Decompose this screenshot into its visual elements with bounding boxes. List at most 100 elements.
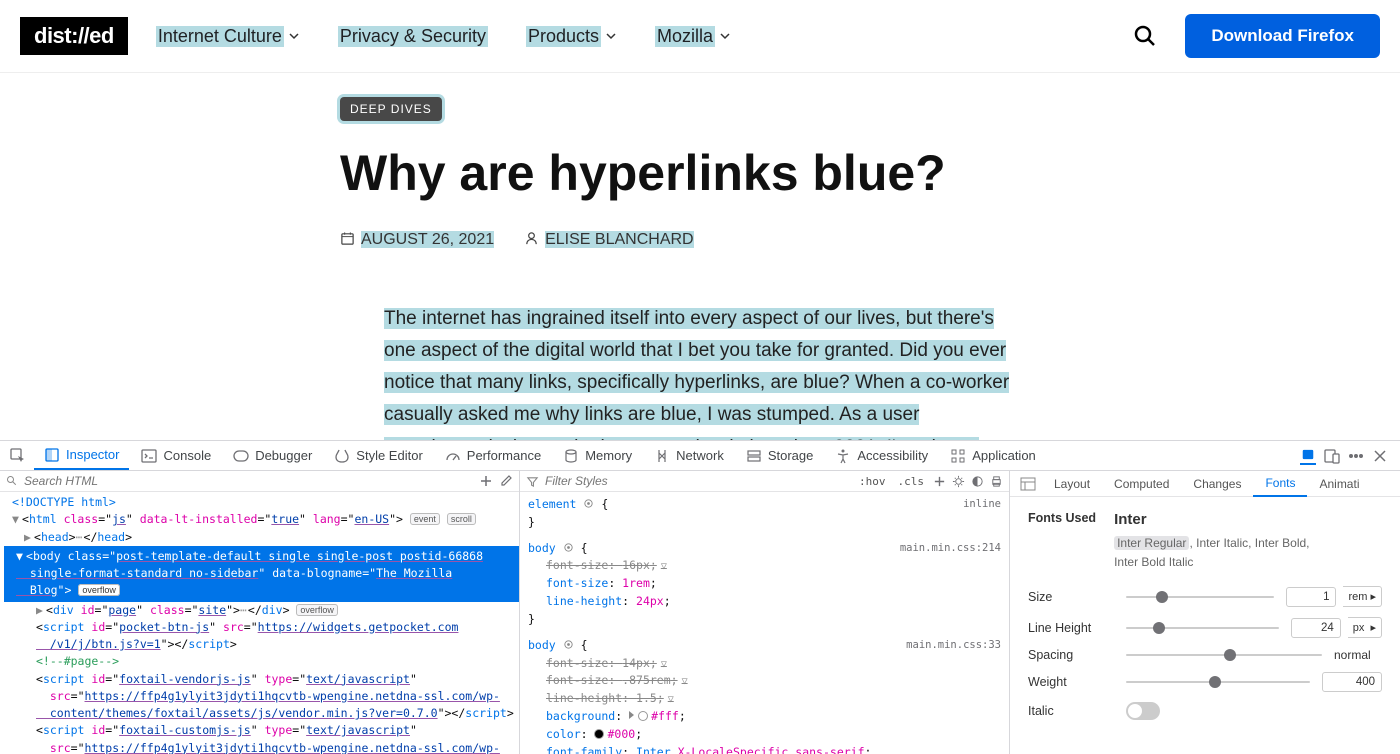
- filter-icon: [526, 475, 539, 488]
- tab-storage[interactable]: Storage: [736, 441, 824, 470]
- lineheight-control: Line Height 24px ▸: [1028, 617, 1382, 638]
- more-icon[interactable]: [1348, 448, 1364, 464]
- dom-doctype[interactable]: <!DOCTYPE html>: [12, 494, 519, 511]
- article-date: AUGUST 26, 2021: [340, 231, 494, 249]
- layout-toggle-icon[interactable]: [1020, 476, 1036, 492]
- dom-script1[interactable]: <script id="pocket-btn-js" src="https://…: [12, 619, 519, 654]
- spacing-control: Spacing normal: [1028, 648, 1382, 662]
- nav-products[interactable]: Products: [526, 26, 617, 47]
- category-badge[interactable]: DEEP DIVES: [340, 97, 442, 121]
- dom-body-selected[interactable]: ▼<body class="post-template-default sing…: [4, 546, 519, 602]
- font-size-control: Size 1rem ▸: [1028, 586, 1382, 607]
- nav-mozilla[interactable]: Mozilla: [655, 26, 731, 47]
- devtools-toolbar: Inspector Console Debugger Style Editor …: [0, 441, 1400, 471]
- chevron-down-icon: [719, 30, 731, 42]
- rule-body-2[interactable]: body {main.min.css:33 font-size: 14px;▽ …: [528, 637, 1001, 754]
- dom-search-input[interactable]: [24, 474, 473, 488]
- chevron-down-icon: [288, 30, 300, 42]
- tab-style-editor[interactable]: Style Editor: [324, 441, 432, 470]
- inspector-icon: [44, 447, 60, 463]
- print-icon[interactable]: [990, 475, 1003, 488]
- dom-html[interactable]: ▼<html class="js" data-lt-installed="tru…: [12, 511, 519, 528]
- tab-memory[interactable]: Memory: [553, 441, 642, 470]
- nav-internet-culture[interactable]: Internet Culture: [156, 26, 300, 47]
- light-icon[interactable]: [952, 475, 965, 488]
- rule-body-1[interactable]: body {main.min.css:214 font-size: 16px;▽…: [528, 540, 1001, 629]
- dom-div-page[interactable]: ▶<div id="page" class="site">⋯</div> ove…: [12, 602, 519, 619]
- spacing-slider[interactable]: [1126, 654, 1322, 656]
- ftab-fonts[interactable]: Fonts: [1253, 471, 1307, 497]
- article-meta: AUGUST 26, 2021 ELISE BLANCHARD: [340, 231, 1060, 249]
- add-rule-icon[interactable]: [933, 475, 946, 488]
- article-author[interactable]: ELISE BLANCHARD: [524, 231, 694, 249]
- font-variants: Inter Regular, Inter Italic, Inter Bold,…: [1114, 534, 1309, 572]
- lineheight-unit[interactable]: px ▸: [1348, 617, 1382, 638]
- ftab-changes[interactable]: Changes: [1181, 472, 1253, 496]
- styles-rules[interactable]: element {inline} body {main.min.css:214 …: [520, 492, 1009, 754]
- devtools-panel: Inspector Console Debugger Style Editor …: [0, 440, 1400, 754]
- tab-application[interactable]: Application: [940, 441, 1046, 470]
- main-nav: Internet Culture Privacy & Security Prod…: [156, 26, 731, 47]
- download-firefox-button[interactable]: Download Firefox: [1185, 14, 1380, 58]
- fonts-used-label: Fonts Used: [1028, 511, 1096, 572]
- dom-script2[interactable]: <script id="foxtail-vendorjs-js" type="t…: [12, 671, 519, 723]
- spacing-value: normal: [1334, 648, 1382, 662]
- search-icon[interactable]: [1133, 24, 1157, 48]
- tab-accessibility[interactable]: Accessibility: [825, 441, 938, 470]
- tab-inspector[interactable]: Inspector: [34, 441, 129, 470]
- weight-control: Weight 400: [1028, 672, 1382, 692]
- tab-console[interactable]: Console: [131, 441, 221, 470]
- dom-head[interactable]: ▶<head>⋯</head>: [12, 529, 519, 546]
- fonts-pane: Layout Computed Changes Fonts Animati Fo…: [1010, 471, 1400, 754]
- weight-value[interactable]: 400: [1322, 672, 1382, 692]
- styles-toolbar: :hov .cls: [520, 471, 1009, 492]
- dock-side-icon[interactable]: [1300, 449, 1316, 465]
- add-node-icon[interactable]: [479, 474, 493, 488]
- lineheight-value[interactable]: 24: [1291, 618, 1341, 638]
- lineheight-slider[interactable]: [1126, 627, 1279, 629]
- weight-slider[interactable]: [1126, 681, 1310, 683]
- styles-filter-input[interactable]: [545, 474, 850, 488]
- fonts-used: Fonts Used Inter Inter Regular, Inter It…: [1028, 511, 1382, 572]
- size-slider[interactable]: [1126, 596, 1274, 598]
- dark-icon[interactable]: [971, 475, 984, 488]
- dom-comment[interactable]: <!--#page-->: [12, 653, 519, 670]
- memory-icon: [563, 448, 579, 464]
- site-header: dist://ed Internet Culture Privacy & Sec…: [0, 0, 1400, 73]
- tab-performance[interactable]: Performance: [435, 441, 551, 470]
- eyedropper-icon[interactable]: [499, 474, 513, 488]
- console-icon: [141, 448, 157, 464]
- dom-script3[interactable]: <script id="foxtail-customjs-js" type="t…: [12, 722, 519, 754]
- rule-inline[interactable]: element {inline}: [528, 496, 1001, 532]
- size-value[interactable]: 1: [1286, 587, 1336, 607]
- site-logo[interactable]: dist://ed: [20, 17, 128, 55]
- dom-tree[interactable]: <!DOCTYPE html> ▼<html class="js" data-l…: [0, 492, 519, 754]
- responsive-icon[interactable]: [1324, 448, 1340, 464]
- hov-button[interactable]: :hov: [856, 475, 889, 488]
- italic-control: Italic: [1028, 702, 1382, 720]
- ftab-computed[interactable]: Computed: [1102, 472, 1181, 496]
- article: DEEP DIVES Why are hyperlinks blue? AUGU…: [320, 97, 1080, 440]
- article-body: The internet has ingrained itself into e…: [384, 303, 1016, 441]
- storage-icon: [746, 448, 762, 464]
- search-icon: [6, 475, 18, 487]
- nav-privacy[interactable]: Privacy & Security: [338, 26, 488, 47]
- calendar-icon: [340, 231, 355, 246]
- cls-button[interactable]: .cls: [895, 475, 928, 488]
- size-unit[interactable]: rem ▸: [1343, 586, 1382, 607]
- ftab-animations[interactable]: Animati: [1307, 472, 1371, 496]
- application-icon: [950, 448, 966, 464]
- fonts-tabs: Layout Computed Changes Fonts Animati: [1010, 471, 1400, 497]
- ftab-layout[interactable]: Layout: [1042, 472, 1102, 496]
- devtools-body: <!DOCTYPE html> ▼<html class="js" data-l…: [0, 471, 1400, 754]
- style-icon: [334, 448, 350, 464]
- tab-network[interactable]: Network: [644, 441, 734, 470]
- tab-debugger[interactable]: Debugger: [223, 441, 322, 470]
- italic-toggle[interactable]: [1126, 702, 1160, 720]
- close-icon[interactable]: [1372, 448, 1388, 464]
- pick-element-icon[interactable]: [10, 448, 26, 464]
- chevron-down-icon: [605, 30, 617, 42]
- fonts-body: Fonts Used Inter Inter Regular, Inter It…: [1010, 497, 1400, 744]
- font-name: Inter: [1114, 511, 1309, 528]
- performance-icon: [445, 448, 461, 464]
